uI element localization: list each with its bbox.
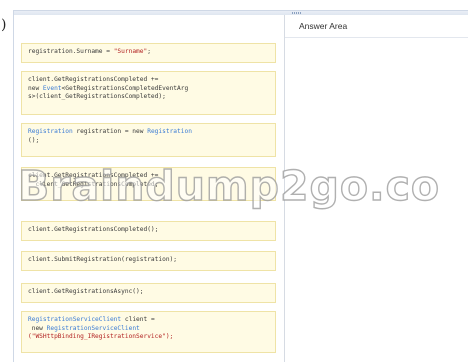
snippet-new-registration[interactable]: Registration registration = new Registra… [21, 123, 276, 157]
snippet-text: new [28, 324, 47, 332]
snippet-text: client.SubmitRegistration(registration); [28, 256, 178, 263]
snippet-keyword: RegistrationServiceClient [46, 324, 140, 332]
snippet-text: (); [28, 136, 40, 144]
snippet-keyword: Registration [147, 128, 192, 135]
snippet-set-surname[interactable]: registration.Surname = "Surname"; [21, 43, 276, 63]
snippet-text: client.GetRegistrationsCompleted += [28, 172, 159, 179]
snippet-text: ; [147, 48, 151, 55]
snippet-text: client.GetRegistrationsCompleted += [28, 76, 159, 83]
answer-area-header: Answer Area [285, 15, 468, 38]
answer-area-pane[interactable]: Answer Area [285, 15, 468, 362]
snippet-add-event-handler[interactable]: client.GetRegistrationsCompleted += new … [21, 71, 276, 115]
answer-area-title: Answer Area [299, 21, 348, 31]
snippet-get-registrations-async[interactable]: client.GetRegistrationsAsync(); [21, 283, 276, 303]
snippet-keyword: RegistrationServiceClient [28, 316, 122, 323]
snippet-text: <GetRegistrationsCompletedEventArg [61, 84, 189, 92]
snippet-text: client.GetRegistrationsAsync(); [28, 288, 144, 295]
snippet-keyword: Event [42, 84, 62, 92]
snippet-keyword: Registration [28, 128, 73, 135]
splitter-grip-icon[interactable] [292, 12, 302, 14]
snippet-text: client = [121, 316, 155, 323]
snippet-string: "Surname" [113, 48, 148, 55]
snippet-text: client_GetRegistrationsCompleted; [28, 180, 159, 188]
source-snippets-pane: registration.Surname = "Surname"; client… [14, 15, 284, 362]
snippet-string: ("WSHttpBinding_IRegistrationService"); [28, 333, 174, 340]
snippet-text: new [28, 84, 43, 92]
snippet-new-service-client[interactable]: RegistrationServiceClient client = new R… [21, 311, 276, 353]
snippet-submit-registration[interactable]: client.SubmitRegistration(registration); [21, 251, 276, 271]
snippet-text: registration.Surname = [28, 48, 114, 55]
snippet-text: client.GetRegistrationsCompleted(); [28, 226, 159, 233]
drag-drop-question-frame: registration.Surname = "Surname"; client… [13, 10, 468, 362]
snippet-text: registration = new [72, 128, 148, 135]
snippet-subscribe-handler[interactable]: client.GetRegistrationsCompleted += clie… [21, 167, 276, 201]
snippet-text: s>(client_GetRegistrationsCompleted); [28, 93, 166, 100]
snippet-get-registrations-completed[interactable]: client.GetRegistrationsCompleted(); [21, 221, 276, 241]
question-paren-fragment: ) [1, 17, 7, 33]
